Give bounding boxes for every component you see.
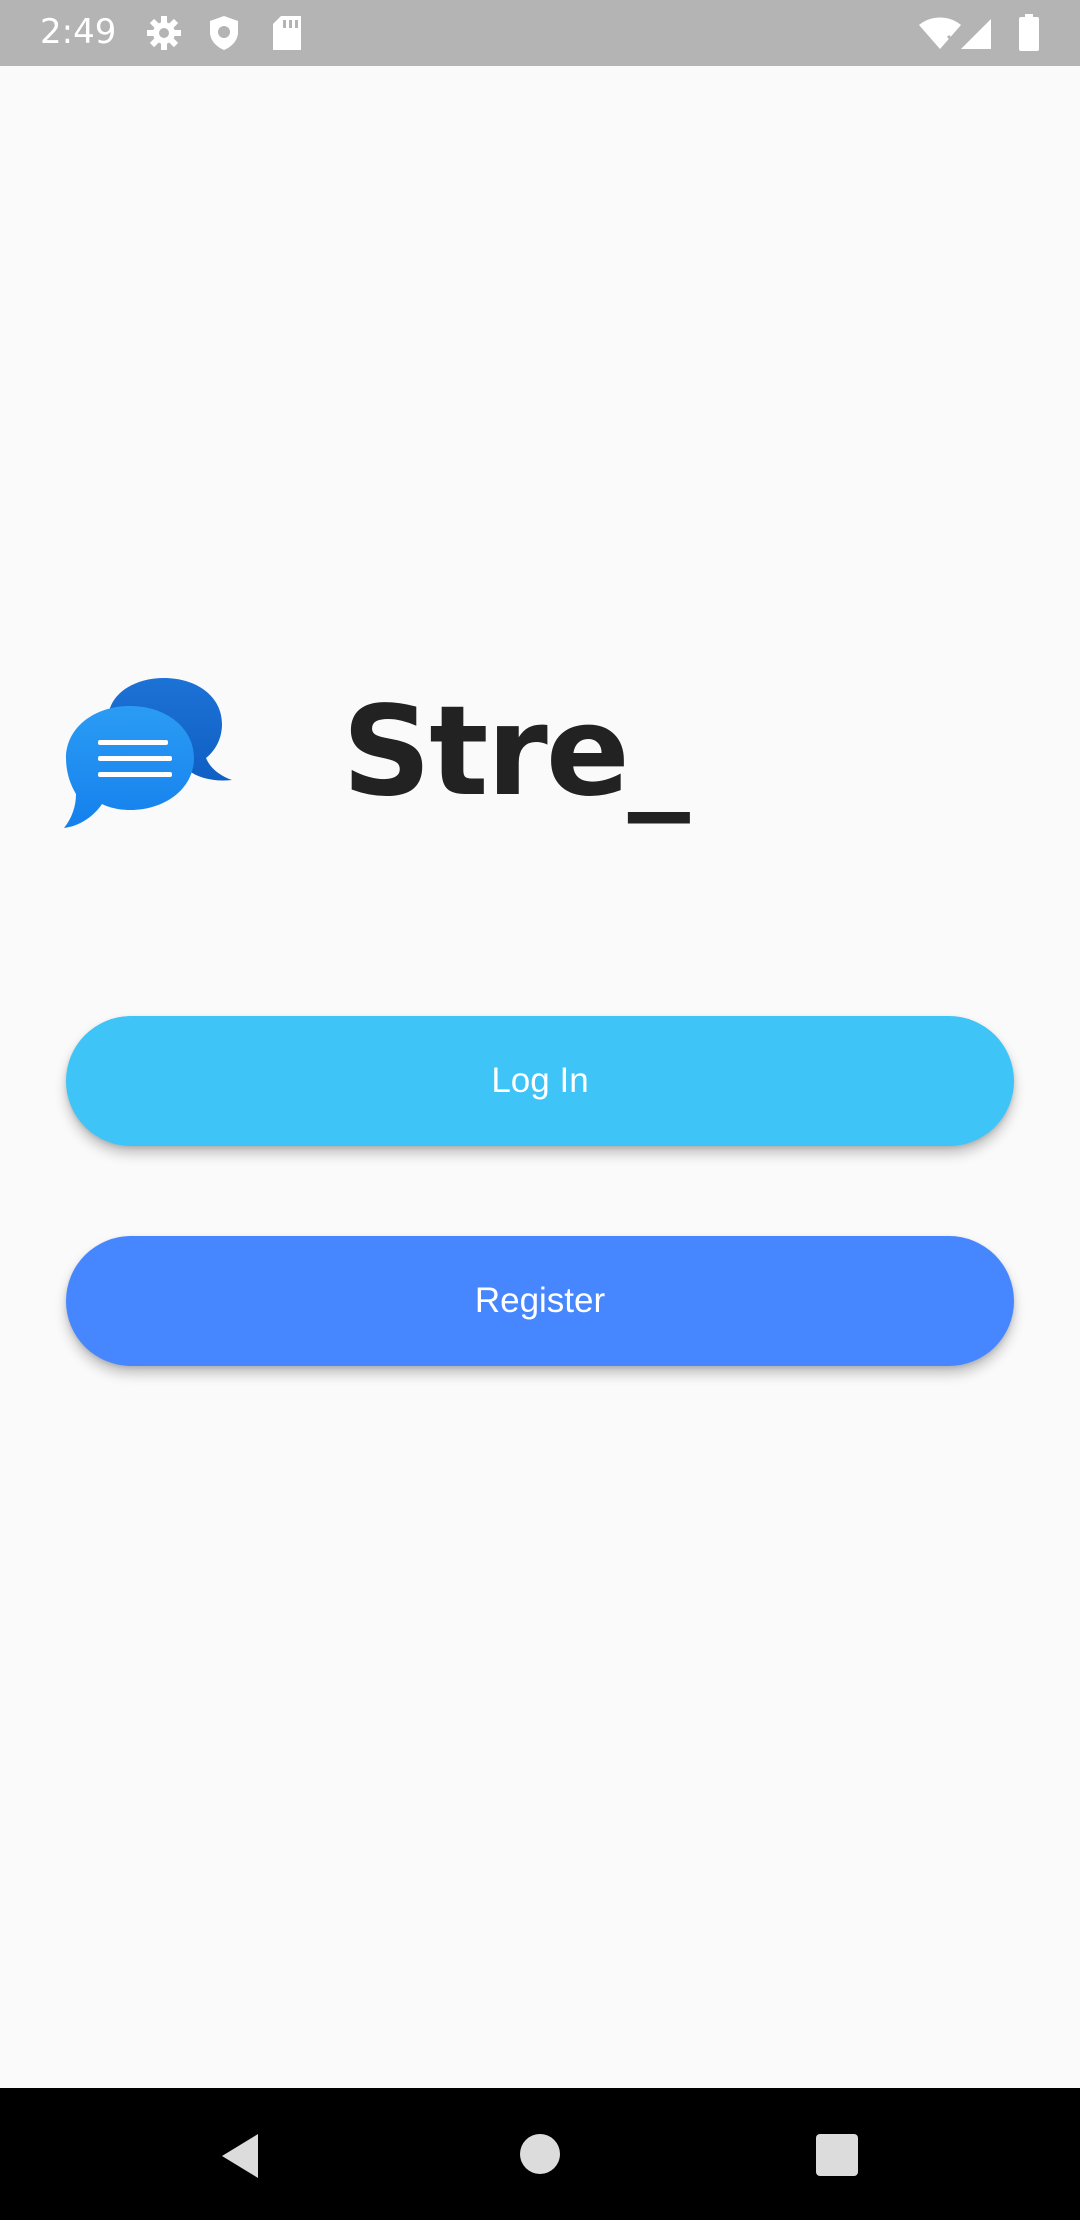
wifi-icon — [918, 16, 962, 50]
register-button-label: Register — [474, 1281, 606, 1320]
register-button[interactable]: Register — [66, 1236, 1014, 1366]
status-time: 2:49 — [40, 12, 117, 52]
home-icon[interactable] — [520, 2134, 560, 2174]
sd-card-icon — [272, 15, 302, 51]
back-icon[interactable] — [218, 2132, 262, 2180]
settings-icon — [146, 15, 182, 51]
chat-bubbles-icon — [64, 676, 234, 840]
signal-icon — [960, 18, 992, 50]
battery-icon — [1018, 14, 1040, 52]
log-in-button-label: Log In — [491, 1061, 589, 1100]
log-in-button[interactable]: Log In — [66, 1016, 1014, 1146]
shield-icon — [208, 15, 240, 51]
status-bar: 2:49 — [0, 0, 1080, 66]
recents-icon[interactable] — [816, 2134, 858, 2176]
app-brand-title: Stre_ — [342, 680, 690, 824]
